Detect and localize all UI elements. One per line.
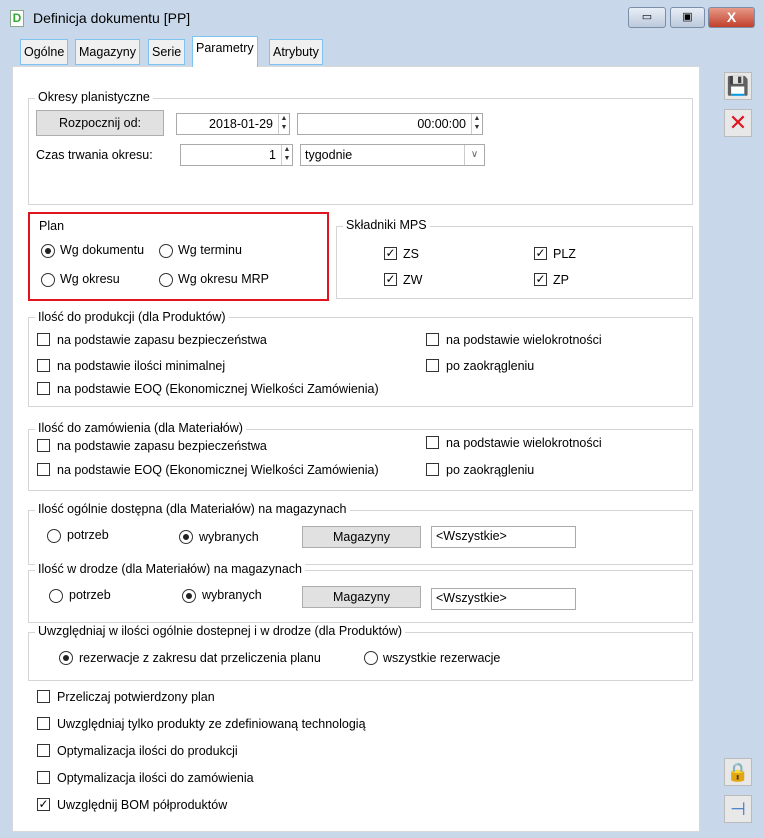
checkbox-label: na podstawie zapasu bezpieczeństwa <box>57 439 267 453</box>
tab-serie[interactable]: Serie <box>148 39 186 65</box>
duration-label: Czas trwania okresu: <box>36 148 153 162</box>
checkbox[interactable] <box>37 382 50 395</box>
radio-wg-okresu[interactable] <box>41 273 55 287</box>
mps-legend: Składniki MPS <box>343 218 430 232</box>
checkbox[interactable] <box>37 333 50 346</box>
magazyny-button[interactable]: Magazyny <box>302 586 421 608</box>
checkbox-label: na podstawie EOQ (Ekonomicznej Wielkości… <box>57 463 379 477</box>
save-icon[interactable]: 💾 <box>724 72 752 100</box>
checkbox[interactable] <box>426 436 439 449</box>
date-spinner[interactable]: ▲ ▼ <box>278 114 289 134</box>
radio-label: Wg dokumentu <box>60 243 145 257</box>
magazyny-button[interactable]: Magazyny <box>302 526 421 548</box>
checkbox-label: ZW <box>403 273 423 287</box>
radio-wg-dokumentu[interactable] <box>41 244 55 258</box>
plan-legend: Plan <box>39 219 65 233</box>
magazyny-input[interactable]: <Wszystkie> <box>431 588 576 610</box>
checkbox-label: na podstawie wielokrotności <box>446 436 602 450</box>
checkbox-technologia[interactable] <box>37 717 50 730</box>
radio-label: potrzeb <box>67 528 109 542</box>
cancel-icon[interactable]: ✕ <box>724 109 752 137</box>
checkbox[interactable] <box>37 359 50 372</box>
checkbox-label: na podstawie ilości minimalnej <box>57 359 226 373</box>
chevron-down-icon[interactable]: ∨ <box>464 145 484 165</box>
checkbox-zw[interactable]: ✓ <box>384 273 397 286</box>
checkbox[interactable] <box>426 463 439 476</box>
app-icon: D <box>10 10 24 27</box>
lock-icon[interactable]: 🔒 <box>724 758 752 786</box>
radio-label: wszystkie rezerwacje <box>383 651 501 665</box>
checkbox-label: po zaokrągleniu <box>446 359 535 373</box>
checkbox-label: Optymalizacja ilości do zamówienia <box>57 771 254 785</box>
tab-parametry[interactable]: Parametry <box>192 36 258 67</box>
radio-wg-okresu-mrp[interactable] <box>159 273 173 287</box>
start-time-value: 00:00:00 <box>417 117 466 131</box>
dostepna-legend: Ilość ogólnie dostępna (dla Materiałów) … <box>35 502 350 516</box>
radio-label: rezerwacje z zakresu dat przeliczenia pl… <box>79 651 321 665</box>
uwzgledniaj-legend: Uwzględniaj w ilości ogólnie dostepnej i… <box>35 624 406 638</box>
radio-label: wybranych <box>199 530 259 544</box>
time-spinner[interactable]: ▲ ▼ <box>471 114 482 134</box>
checkbox-label: ZP <box>553 273 569 287</box>
pin-icon[interactable]: ⊣ <box>724 795 752 823</box>
unit-value: tygodnie <box>305 148 353 162</box>
tab-magazyny[interactable]: Magazyny <box>75 39 140 65</box>
droga-legend: Ilość w drodze (dla Materiałów) na magaz… <box>35 562 306 576</box>
checkbox-label: Przeliczaj potwierdzony plan <box>57 690 215 704</box>
checkbox-label: po zaokrągleniu <box>446 463 535 477</box>
duration-value: 1 <box>269 148 276 162</box>
checkbox[interactable] <box>426 359 439 372</box>
duration-input[interactable]: 1 ▲ ▼ <box>180 144 293 166</box>
okresy-legend: Okresy planistyczne <box>35 90 153 104</box>
start-time-input[interactable]: 00:00:00 ▲ ▼ <box>297 113 483 135</box>
checkbox-label: na podstawie zapasu bezpieczeństwa <box>57 333 267 347</box>
magazyny-input[interactable]: <Wszystkie> <box>431 526 576 548</box>
radio-label: potrzeb <box>69 588 111 602</box>
checkbox-przeliczaj[interactable] <box>37 690 50 703</box>
checkbox-label: na podstawie EOQ (Ekonomicznej Wielkości… <box>57 382 379 396</box>
checkbox-label: PLZ <box>553 247 576 261</box>
produkcja-legend: Ilość do produkcji (dla Produktów) <box>35 310 229 324</box>
radio-label: Wg terminu <box>178 243 242 257</box>
radio-wybranych[interactable] <box>182 589 196 603</box>
checkbox-label: Optymalizacja ilości do produkcji <box>57 744 238 758</box>
close-button[interactable]: X <box>708 7 755 28</box>
minimize-button[interactable]: ▭ <box>628 7 666 28</box>
checkbox-bom[interactable]: ✓ <box>37 798 50 811</box>
checkbox[interactable] <box>37 463 50 476</box>
duration-spinner[interactable]: ▲ ▼ <box>281 145 292 165</box>
checkbox-opt-produkcji[interactable] <box>37 744 50 757</box>
unit-select[interactable]: tygodnie ∨ <box>300 144 485 166</box>
radio-wg-terminu[interactable] <box>159 244 173 258</box>
checkbox-opt-zamowienia[interactable] <box>37 771 50 784</box>
start-date-value: 2018-01-29 <box>209 117 273 131</box>
checkbox-label: Uwzględnij BOM półproduktów <box>57 798 228 812</box>
start-from-button[interactable]: Rozpocznij od: <box>36 110 164 136</box>
radio-label: wybranych <box>202 588 262 602</box>
radio-wszystkie-rezerwacje[interactable] <box>364 651 378 665</box>
radio-wybranych[interactable] <box>179 530 193 544</box>
radio-label: Wg okresu MRP <box>178 272 269 286</box>
checkbox-label: ZS <box>403 247 419 261</box>
checkbox-plz[interactable]: ✓ <box>534 247 547 260</box>
checkbox[interactable] <box>37 439 50 452</box>
radio-potrzeb[interactable] <box>49 589 63 603</box>
group-mps <box>336 226 693 299</box>
checkbox-label: Uwzględniaj tylko produkty ze zdefiniowa… <box>57 717 366 731</box>
radio-label: Wg okresu <box>60 272 120 286</box>
start-date-input[interactable]: 2018-01-29 ▲ ▼ <box>176 113 290 135</box>
checkbox[interactable] <box>426 333 439 346</box>
zamowienie-legend: Ilość do zamówienia (dla Materiałów) <box>35 421 246 435</box>
window-title: Definicja dokumentu [PP] <box>33 10 191 26</box>
tab-ogolne[interactable]: Ogólne <box>20 39 69 65</box>
tab-atrybuty[interactable]: Atrybuty <box>269 39 323 65</box>
checkbox-label: na podstawie wielokrotności <box>446 333 602 347</box>
radio-rezerwacje-zakres[interactable] <box>59 651 73 665</box>
checkbox-zp[interactable]: ✓ <box>534 273 547 286</box>
maximize-button[interactable]: ▣ <box>670 7 705 28</box>
radio-potrzeb[interactable] <box>47 529 61 543</box>
checkbox-zs[interactable]: ✓ <box>384 247 397 260</box>
